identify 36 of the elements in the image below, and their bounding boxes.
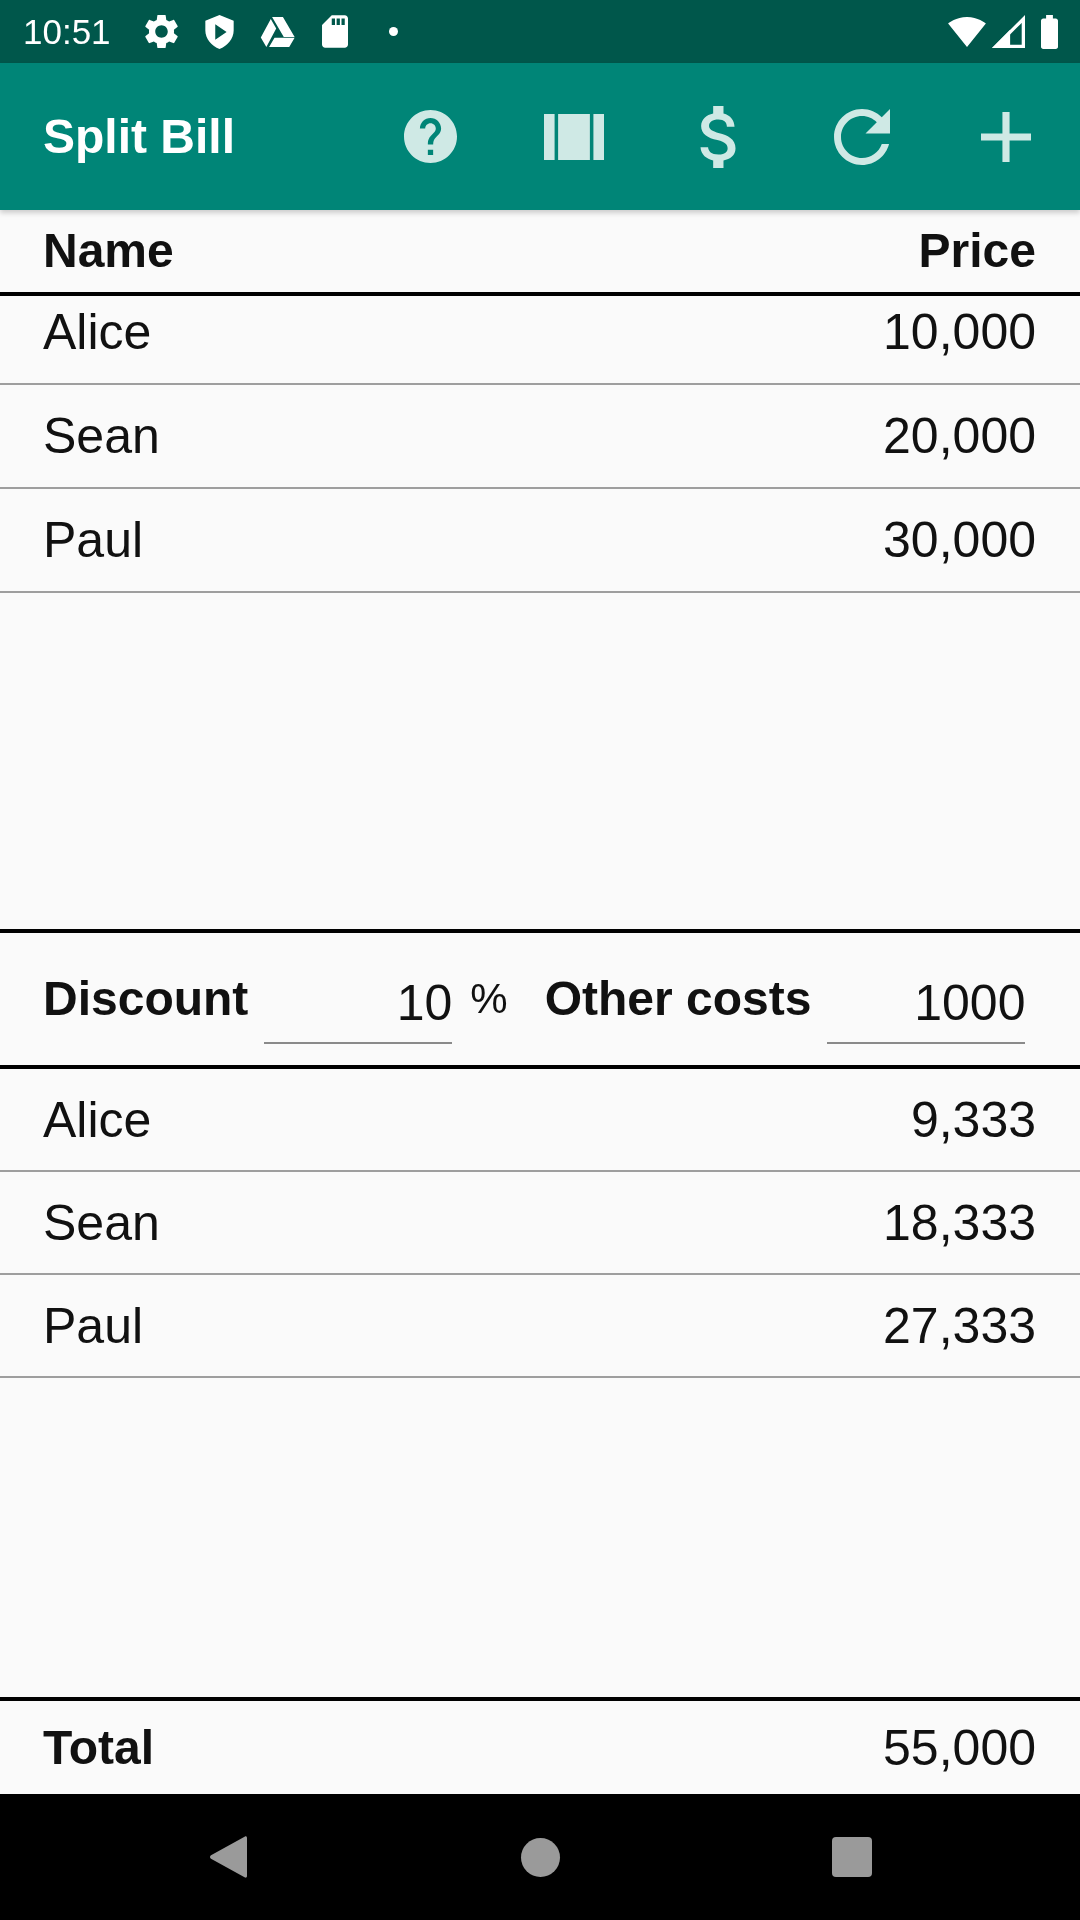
field-label: Other costs	[544, 975, 812, 1023]
item-name-cell: Paul	[43, 515, 144, 565]
item-price-cell: 10,000	[883, 307, 1036, 357]
shield-play-icon	[204, 14, 234, 49]
share-name-cell: Paul	[43, 1300, 144, 1351]
column-header: Name	[43, 227, 174, 275]
share-name-cell: Alice	[43, 1094, 152, 1145]
share-amount-cell: 9,333	[910, 1094, 1036, 1145]
back-triangle-icon	[209, 1835, 247, 1879]
columns-icon	[544, 113, 604, 160]
input-field[interactable]: 1000	[827, 964, 1026, 1044]
battery-icon	[1041, 14, 1058, 49]
field-label: Discount	[43, 975, 249, 1023]
share-amount-cell: 27,333	[883, 1300, 1036, 1351]
total-amount: 55,000	[883, 1722, 1036, 1773]
gear-icon	[144, 15, 178, 48]
share-amount-cell: 18,333	[883, 1197, 1036, 1248]
item-name-cell: Alice	[43, 307, 152, 357]
app-title: Split Bill	[43, 112, 235, 161]
unit-label: %	[470, 978, 508, 1020]
plus-icon	[981, 111, 1031, 162]
sd-card-icon	[321, 15, 348, 48]
item-price-cell: 30,000	[883, 515, 1036, 565]
help-icon	[403, 110, 457, 163]
wifi-icon	[948, 16, 986, 47]
refresh-icon	[834, 108, 890, 165]
item-price-cell: 20,000	[883, 411, 1036, 461]
triangle-logo-icon	[259, 16, 295, 47]
share-name-cell: Sean	[43, 1197, 160, 1248]
status-time: 10:51	[23, 14, 111, 49]
item-name-cell: Sean	[43, 411, 160, 461]
signal-icon	[992, 15, 1025, 48]
input-field[interactable]: 10	[264, 964, 453, 1044]
total-label: Total	[43, 1723, 155, 1772]
column-header: Price	[918, 227, 1036, 275]
recents-square-icon	[832, 1837, 872, 1877]
